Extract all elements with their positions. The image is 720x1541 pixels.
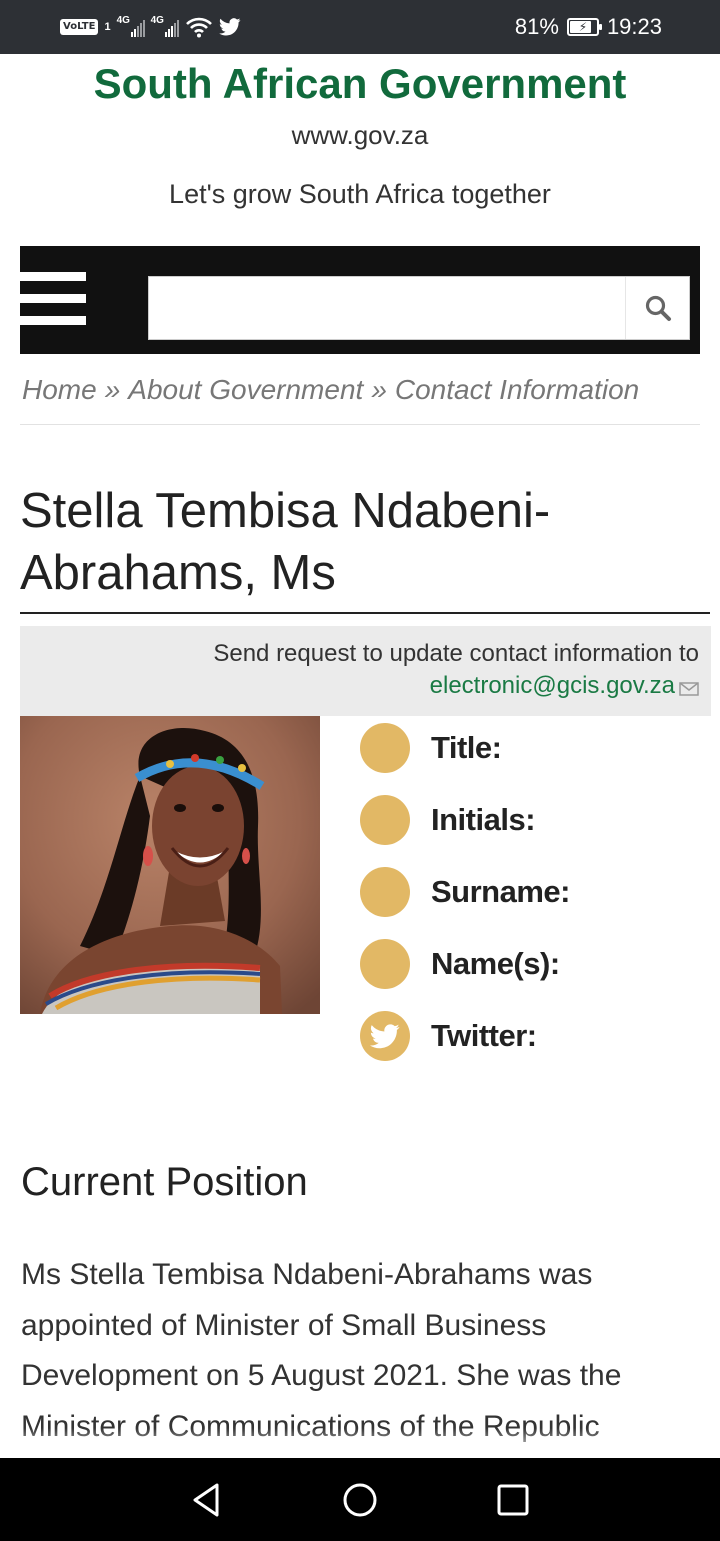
- recents-icon[interactable]: [493, 1480, 533, 1520]
- site-url: www.gov.za: [291, 120, 429, 150]
- network-type-1: 4G: [116, 15, 130, 26]
- search-box: [148, 276, 690, 340]
- contact-row-title: Title:: [360, 722, 502, 774]
- status-bar: VoLTE 1 4G 4G 81% ⚡ 19:23: [0, 0, 720, 54]
- system-navigation-bar: [0, 1458, 720, 1541]
- wifi-icon: [185, 17, 212, 38]
- signal-icon: 4G: [116, 15, 145, 37]
- back-icon[interactable]: [187, 1480, 227, 1520]
- update-email-link[interactable]: electronic@gcis.gov.za: [430, 672, 675, 699]
- signal-icon-2: 4G: [150, 15, 179, 37]
- site-title[interactable]: South African Government: [0, 60, 720, 108]
- breadcrumb-contact-information[interactable]: Contact Information: [395, 374, 639, 405]
- contact-row-twitter[interactable]: Twitter:: [360, 1010, 537, 1062]
- contact-row-names: Name(s):: [360, 938, 560, 990]
- update-notice: Send request to update contact informati…: [213, 640, 699, 667]
- battery-icon: ⚡: [566, 18, 602, 36]
- network-type-2: 4G: [150, 15, 164, 26]
- divider: [20, 424, 700, 425]
- site-tagline: Let's grow South Africa together: [169, 179, 551, 209]
- title-underline: [20, 612, 710, 614]
- circle-icon: [360, 795, 410, 845]
- mail-icon: [679, 682, 699, 696]
- breadcrumb-about-government[interactable]: About Government: [128, 374, 363, 405]
- contact-row-surname: Surname:: [360, 866, 570, 918]
- contact-label: Title:: [431, 730, 502, 765]
- update-request-box: Send request to update contact informati…: [20, 626, 711, 716]
- battery-percent: 81%: [514, 14, 559, 39]
- twitter-notification-icon: [218, 18, 241, 36]
- circle-icon: [360, 939, 410, 989]
- search-icon: [645, 295, 671, 321]
- page-title: Stella Tembisa Ndabeni-Abrahams, Ms: [20, 484, 551, 600]
- contact-label: Name(s):: [431, 946, 560, 981]
- menu-icon[interactable]: [20, 272, 86, 326]
- section-heading-current-position: Current Position: [21, 1160, 308, 1204]
- charging-icon: ⚡: [578, 20, 588, 34]
- contact-row-initials: Initials:: [360, 794, 536, 846]
- profile-photo: [20, 716, 320, 1014]
- main-nav-bar: [20, 246, 700, 354]
- status-icons-left: VoLTE 1 4G 4G: [60, 12, 241, 42]
- search-input[interactable]: [149, 277, 627, 339]
- status-icons-right: 81% ⚡ 19:23: [515, 10, 662, 44]
- home-icon[interactable]: [340, 1480, 380, 1520]
- breadcrumb-separator: »: [371, 374, 387, 405]
- twitter-icon: [360, 1011, 410, 1061]
- sim-indicator: 1: [104, 21, 111, 33]
- breadcrumb: Home» About Government» Contact Informatio…: [22, 374, 639, 406]
- contact-label: Surname:: [431, 874, 570, 909]
- clock: 19:23: [606, 14, 662, 39]
- contact-label: Initials:: [431, 802, 536, 837]
- volte-indicator: VoLTE: [60, 19, 99, 35]
- search-button[interactable]: [625, 277, 689, 339]
- circle-icon: [360, 867, 410, 917]
- current-position-text: Ms Stella Tembisa Ndabeni-Abrahams was a…: [21, 1258, 622, 1443]
- circle-icon: [360, 723, 410, 773]
- breadcrumb-home[interactable]: Home: [22, 374, 97, 405]
- contact-label: Twitter:: [431, 1018, 537, 1053]
- breadcrumb-separator: »: [104, 374, 121, 405]
- scroll-fade: [0, 1428, 720, 1458]
